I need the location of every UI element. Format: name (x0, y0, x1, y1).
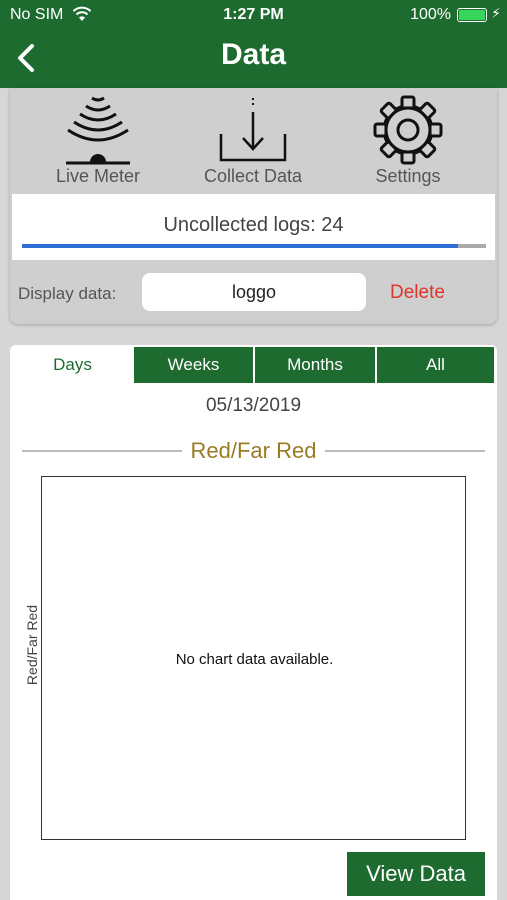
gear-icon (373, 95, 443, 165)
charging-icon: ⚡ (491, 5, 501, 21)
collect-data-button[interactable]: Collect Data (173, 88, 333, 192)
view-data-button[interactable]: View Data (347, 852, 485, 896)
selected-date: 05/13/2019 (205, 395, 302, 416)
chart-y-axis-label: Red/Far Red (24, 604, 40, 686)
chart-title: Red/Far Red (190, 438, 317, 463)
download-icon (219, 98, 287, 162)
live-meter-button[interactable]: Live Meter (18, 88, 178, 192)
page-title: Data (220, 38, 287, 71)
status-bar: No SIM 1:27 PM 100% ⚡ (0, 0, 507, 30)
tab-days[interactable]: Days (12, 347, 133, 383)
chart-card: Days Weeks Months All 05/13/2019 Red/Far… (10, 345, 497, 900)
tab-months[interactable]: Months (254, 347, 375, 383)
no-data-message: No chart data available. (175, 651, 334, 668)
battery-icon (457, 8, 487, 22)
battery-percent: 100% (410, 6, 451, 23)
display-data-field[interactable] (142, 273, 366, 311)
tab-weeks[interactable]: Weeks (133, 347, 253, 383)
controls-card: Live Meter Collect Data Settings Uncolle… (10, 88, 497, 324)
tab-all[interactable]: All (376, 347, 494, 383)
delete-button[interactable]: Delete (390, 282, 445, 304)
settings-button[interactable]: Settings (328, 88, 488, 192)
settings-label: Settings (375, 166, 441, 186)
signal-meter-icon (66, 96, 130, 165)
display-data-label: Display data: (18, 284, 117, 303)
live-meter-label: Live Meter (55, 166, 141, 186)
collect-data-label: Collect Data (203, 166, 303, 186)
logs-progress-fill (22, 244, 459, 248)
uncollected-logs-panel: Uncollected logs: 24 (12, 194, 495, 260)
chart-plot-area: No chart data available. (41, 476, 466, 840)
logs-progress-bar (22, 244, 486, 248)
uncollected-logs-label: Uncollected logs: 24 (163, 214, 344, 236)
nav-bar: Data (0, 30, 507, 88)
